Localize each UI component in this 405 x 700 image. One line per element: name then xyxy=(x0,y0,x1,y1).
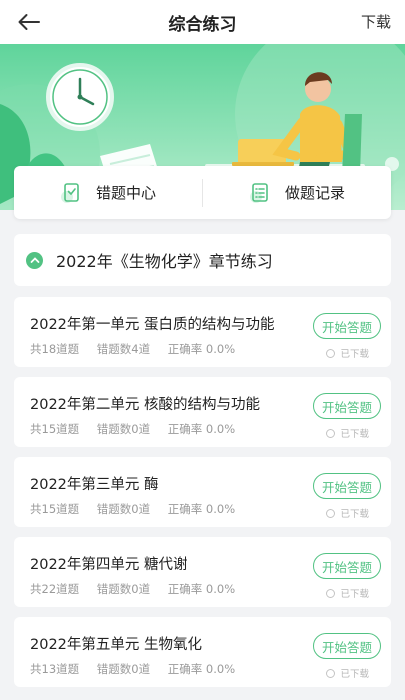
unit-title: 2022年第一单元 蛋白质的结构与功能 xyxy=(30,317,275,333)
chevron-up-icon[interactable] xyxy=(26,251,43,269)
unit-stats: 共15道题 错题数0道 正确率 0.0% xyxy=(30,421,249,437)
wrong-questions-icon xyxy=(60,182,82,204)
check-circle-icon xyxy=(326,428,336,438)
unit-card: 2022年第三单元 酶 共15道题 错题数0道 正确率 0.0% 开始答题 已下… xyxy=(14,457,391,527)
start-answering-button[interactable]: 开始答题 xyxy=(313,633,381,659)
wrong-count: 错题数0道 xyxy=(96,422,151,436)
start-answering-button[interactable]: 开始答题 xyxy=(313,313,381,339)
unit-stats: 共22道题 错题数0道 正确率 0.0% xyxy=(30,581,249,597)
unit-card: 2022年第四单元 糖代谢 共22道题 错题数0道 正确率 0.0% 开始答题 … xyxy=(14,537,391,607)
unit-card: 2022年第二单元 核酸的结构与功能 共15道题 错题数0道 正确率 0.0% … xyxy=(14,377,391,447)
download-status-text: 已下载 xyxy=(340,429,369,440)
accuracy-rate: 正确率 0.0% xyxy=(167,502,236,516)
download-button[interactable]: 下载 xyxy=(361,11,391,32)
page-title: 综合练习 xyxy=(168,14,237,35)
start-answering-button[interactable]: 开始答题 xyxy=(313,393,381,419)
start-answering-button[interactable]: 开始答题 xyxy=(313,553,381,579)
download-status: 已下载 xyxy=(326,586,369,600)
practice-history-button[interactable]: 做题记录 xyxy=(203,166,391,219)
chapter-title: 2022年《生物化学》章节练习 xyxy=(56,252,273,271)
unit-title: 2022年第四单元 糖代谢 xyxy=(30,557,188,573)
accuracy-rate: 正确率 0.0% xyxy=(167,422,236,436)
start-answering-button[interactable]: 开始答题 xyxy=(313,473,381,499)
question-count: 共13道题 xyxy=(30,662,80,676)
back-arrow-icon[interactable] xyxy=(14,8,44,36)
unit-stats: 共15道题 错题数0道 正确率 0.0% xyxy=(30,501,249,517)
question-count: 共15道题 xyxy=(30,502,80,516)
download-status: 已下载 xyxy=(326,346,369,360)
question-count: 共15道题 xyxy=(30,422,80,436)
check-circle-icon xyxy=(326,508,336,518)
clock-icon xyxy=(46,63,114,131)
question-count: 共22道题 xyxy=(30,582,80,596)
unit-stats: 共18道题 错题数4道 正确率 0.0% xyxy=(30,341,249,357)
history-list-icon xyxy=(249,182,271,204)
accuracy-rate: 正确率 0.0% xyxy=(167,662,236,676)
download-status-text: 已下载 xyxy=(340,509,369,520)
wrong-count: 错题数0道 xyxy=(96,502,151,516)
wrong-questions-center-button[interactable]: 错题中心 xyxy=(14,166,202,219)
question-count: 共18道题 xyxy=(30,342,80,356)
wrong-count: 错题数4道 xyxy=(96,342,151,356)
chapter-header[interactable]: 2022年《生物化学》章节练习 xyxy=(14,234,391,286)
download-status: 已下载 xyxy=(326,426,369,440)
download-status: 已下载 xyxy=(326,506,369,520)
unit-stats: 共13道题 错题数0道 正确率 0.0% xyxy=(30,661,249,677)
download-status-text: 已下载 xyxy=(340,589,369,600)
unit-title: 2022年第二单元 核酸的结构与功能 xyxy=(30,397,261,413)
accuracy-rate: 正确率 0.0% xyxy=(167,342,236,356)
top-bar: 综合练习 下载 xyxy=(0,0,405,44)
wrong-questions-label: 错题中心 xyxy=(95,184,156,202)
check-circle-icon xyxy=(326,588,336,598)
practice-history-label: 做题记录 xyxy=(284,184,345,202)
download-status-text: 已下载 xyxy=(340,349,369,360)
wrong-count: 错题数0道 xyxy=(96,662,151,676)
quick-access-card: 错题中心 做题记录 xyxy=(14,166,391,219)
download-status-text: 已下载 xyxy=(340,669,369,680)
unit-card: 2022年第一单元 蛋白质的结构与功能 共18道题 错题数4道 正确率 0.0%… xyxy=(14,297,391,367)
wrong-count: 错题数0道 xyxy=(96,582,151,596)
accuracy-rate: 正确率 0.0% xyxy=(167,582,236,596)
unit-card: 2022年第五单元 生物氧化 共13道题 错题数0道 正确率 0.0% 开始答题… xyxy=(14,617,391,687)
unit-title: 2022年第三单元 酶 xyxy=(30,477,159,493)
check-circle-icon xyxy=(326,348,336,358)
unit-title: 2022年第五单元 生物氧化 xyxy=(30,637,203,653)
check-circle-icon xyxy=(326,668,336,678)
download-status: 已下载 xyxy=(326,666,369,680)
